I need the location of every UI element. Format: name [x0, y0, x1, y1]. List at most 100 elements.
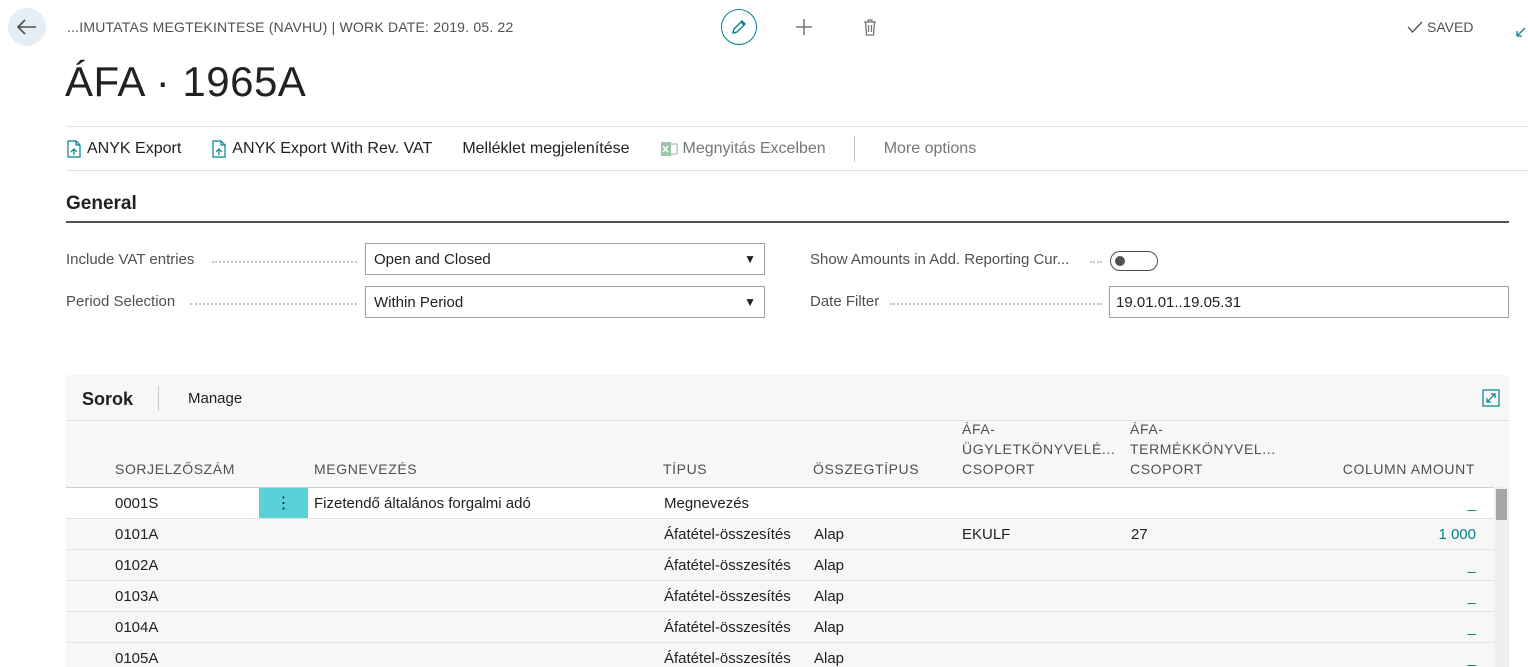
- cell-row-no[interactable]: 0104A: [115, 619, 158, 636]
- cell-column-amount[interactable]: _: [1468, 619, 1476, 636]
- show-attachment-button[interactable]: Melléklet megjelenítése: [462, 140, 629, 158]
- col-header-vat-prod-line2: TERMÉKKÖNYVEL...: [1130, 441, 1276, 457]
- col-header-vat-bus-line1: ÁFA-: [962, 421, 996, 437]
- expand-icon[interactable]: [1482, 389, 1500, 407]
- lines-part-title[interactable]: Sorok: [82, 389, 133, 410]
- col-header-amount-type[interactable]: Összegtípus: [813, 459, 919, 479]
- show-amounts-label: Show Amounts in Add. Reporting Cur...: [810, 251, 1070, 268]
- col-header-type[interactable]: Típus: [663, 459, 707, 479]
- lines-header-divider: [158, 386, 159, 411]
- breadcrumb: ...IMUTATAS MEGTEKINTESE (NAVHU) | WORK …: [67, 19, 514, 35]
- trash-icon: [864, 19, 876, 36]
- anyk-export-button[interactable]: ANYK Export: [66, 140, 181, 158]
- saved-status: SAVED: [1407, 19, 1473, 35]
- general-section-title[interactable]: General: [66, 193, 137, 215]
- leader-dots: [190, 303, 357, 305]
- collapse-arrow-icon[interactable]: [1514, 25, 1528, 39]
- more-options-button[interactable]: More options: [884, 140, 977, 158]
- cell-column-amount[interactable]: _: [1468, 557, 1476, 574]
- pencil-icon: [732, 20, 746, 34]
- manage-menu-button[interactable]: Manage: [188, 390, 242, 407]
- table-row[interactable]: 0102A Áfatétel-összesítés Alap _: [66, 550, 1494, 581]
- show-amounts-toggle[interactable]: [1110, 251, 1158, 271]
- table-row[interactable]: 0101A Áfatétel-összesítés Alap EKULF 27 1 000: [66, 519, 1494, 550]
- leader-dots: [890, 303, 1102, 305]
- actions-divider: [853, 136, 855, 162]
- general-section-underline: [66, 221, 1509, 223]
- cell-type[interactable]: Áfatétel-összesítés: [664, 650, 791, 667]
- cell-amount-type[interactable]: Alap: [814, 526, 844, 543]
- date-filter-label: Date Filter: [810, 293, 880, 310]
- cell-column-amount[interactable]: _: [1468, 588, 1476, 605]
- cell-vat-bus[interactable]: EKULF: [962, 526, 1010, 543]
- cell-type[interactable]: Áfatétel-összesítés: [664, 588, 791, 605]
- cell-amount-type[interactable]: Alap: [814, 619, 844, 636]
- cell-row-no[interactable]: 0105A: [115, 650, 158, 667]
- cell-type[interactable]: Megnevezés: [664, 495, 749, 512]
- leader-dots: [1090, 261, 1102, 263]
- excel-icon: [660, 142, 678, 156]
- date-filter-value: 19.01.01..19.05.31: [1116, 293, 1242, 311]
- cell-amount-type[interactable]: Alap: [814, 557, 844, 574]
- checkmark-icon: [1407, 21, 1423, 33]
- cell-vat-prod[interactable]: 27: [1131, 526, 1148, 543]
- include-vat-label: Include VAT entries: [66, 251, 195, 268]
- delete-button[interactable]: [858, 15, 882, 39]
- anyk-export-rev-vat-button[interactable]: ANYK Export With Rev. VAT: [211, 140, 432, 158]
- edit-button[interactable]: [721, 9, 757, 45]
- cell-row-no[interactable]: 0101A: [115, 526, 158, 543]
- vertical-scrollbar[interactable]: [1494, 487, 1509, 667]
- cell-description[interactable]: Fizetendő általános forgalmi adó: [314, 495, 531, 512]
- plus-icon: [796, 19, 812, 35]
- cell-row-no[interactable]: 0103A: [115, 588, 158, 605]
- arrow-left-icon: [17, 19, 36, 35]
- col-header-vat-bus-posting-group[interactable]: ÁFA- ÜGYLETKÖNYVELÉ... CSOPORT: [962, 419, 1115, 479]
- col-header-description[interactable]: Megnevezés: [314, 459, 417, 479]
- table-row[interactable]: 0105A Áfatétel-összesítés Alap _: [66, 643, 1494, 667]
- date-filter-input[interactable]: 19.01.01..19.05.31: [1109, 286, 1509, 318]
- col-header-row-no[interactable]: Sorjelzőszám: [115, 459, 235, 479]
- cell-column-amount[interactable]: _: [1468, 495, 1476, 512]
- actionbar-bottom-divider: [66, 170, 1528, 171]
- table-row[interactable]: 0103A Áfatétel-összesítés Alap _: [66, 581, 1494, 612]
- back-button[interactable]: [8, 8, 46, 46]
- cell-type[interactable]: Áfatétel-összesítés: [664, 526, 791, 543]
- row-actions-button[interactable]: ⋮: [259, 488, 308, 518]
- action-bar: ANYK Export ANYK Export With Rev. VAT Me…: [66, 128, 1006, 170]
- include-vat-select[interactable]: Open and Closed ▼: [365, 243, 765, 275]
- vertical-ellipsis-icon: ⋮: [275, 495, 292, 512]
- scrollbar-thumb[interactable]: [1496, 489, 1507, 520]
- col-header-vat-prod-posting-group[interactable]: ÁFA- TERMÉKKÖNYVEL... CSOPORT: [1130, 419, 1276, 479]
- caret-down-icon: ▼: [744, 252, 756, 266]
- cell-row-no[interactable]: 0001S: [115, 495, 158, 512]
- cell-amount-type[interactable]: Alap: [814, 650, 844, 667]
- open-in-excel-label: Megnyitás Excelben: [682, 140, 826, 157]
- export-doc-icon: [212, 140, 226, 158]
- open-in-excel-button[interactable]: Megnyitás Excelben: [660, 140, 826, 158]
- col-header-vat-prod-line3: CSOPORT: [1130, 461, 1204, 477]
- period-selection-select[interactable]: Within Period ▼: [365, 286, 765, 318]
- page-title: ÁFA · 1965A: [65, 58, 307, 105]
- anyk-export-rev-vat-label: ANYK Export With Rev. VAT: [232, 140, 433, 157]
- table-row[interactable]: 0104A Áfatétel-összesítés Alap _: [66, 612, 1494, 643]
- cell-row-no[interactable]: 0102A: [115, 557, 158, 574]
- export-doc-icon: [67, 140, 81, 158]
- show-attachment-label: Melléklet megjelenítése: [462, 140, 630, 157]
- cell-type[interactable]: Áfatétel-összesítés: [664, 619, 791, 636]
- cell-amount-type[interactable]: Alap: [814, 588, 844, 605]
- anyk-export-label: ANYK Export: [87, 140, 182, 157]
- lines-part: Sorok Manage Sorjelzőszám Megnevezés Típ…: [66, 375, 1509, 667]
- lines-part-header: Sorok Manage: [66, 375, 1509, 421]
- cell-column-amount[interactable]: _: [1468, 650, 1476, 667]
- col-header-column-amount[interactable]: Column Amount: [1343, 459, 1475, 479]
- cell-type[interactable]: Áfatétel-összesítés: [664, 557, 791, 574]
- period-selection-label: Period Selection: [66, 293, 176, 310]
- saved-label: SAVED: [1427, 19, 1474, 35]
- col-header-vat-bus-line3: CSOPORT: [962, 461, 1036, 477]
- caret-down-icon: ▼: [744, 295, 756, 309]
- actionbar-top-divider: [66, 126, 1528, 127]
- leader-dots: [212, 261, 357, 263]
- cell-column-amount[interactable]: 1 000: [1438, 526, 1476, 543]
- table-row[interactable]: 0001S Fizetendő általános forgalmi adó Meg…: [66, 488, 1494, 519]
- new-button[interactable]: [792, 15, 816, 39]
